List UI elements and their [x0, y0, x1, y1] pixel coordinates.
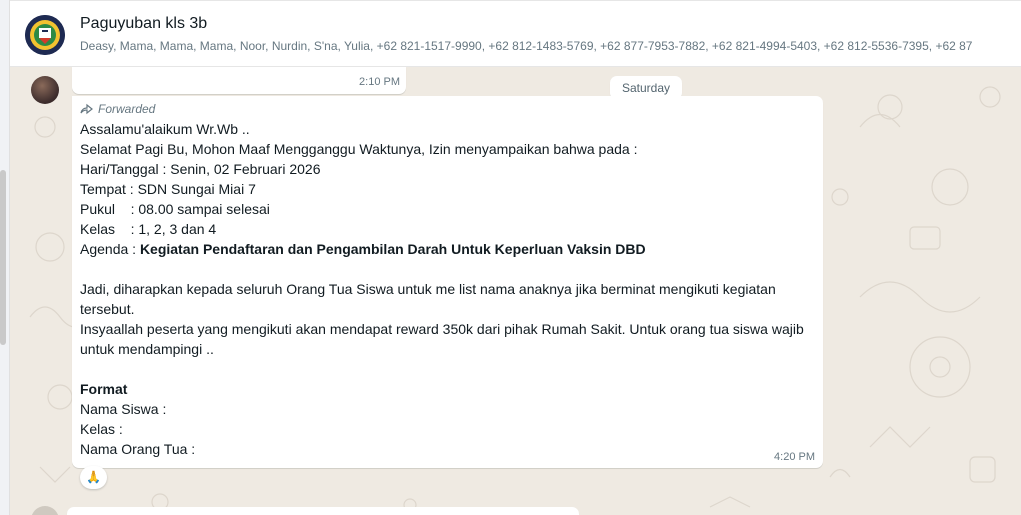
previous-message-bubble[interactable]: 2:10 PM	[72, 67, 406, 94]
sender-avatar[interactable]	[31, 76, 59, 104]
agenda-value: Kegiatan Pendaftaran dan Pengambilan Dar…	[139, 241, 646, 257]
group-avatar[interactable]	[25, 15, 65, 55]
message-time: 4:20 PM	[774, 451, 815, 463]
message-text: Assalamu'alaikum Wr.Wb .. Selamat Pagi B…	[80, 119, 805, 459]
message-line: Assalamu'alaikum Wr.Wb ..	[80, 121, 250, 137]
forwarded-label: Forwarded	[98, 102, 156, 116]
format-title: Format	[80, 381, 128, 397]
group-members-list: Deasy, Mama, Mama, Mama, Noor, Nurdin, S…	[80, 39, 973, 53]
format-field: Kelas :	[80, 421, 123, 437]
message-line: Hari/Tanggal : Senin, 02 Februari 2026	[80, 161, 321, 177]
school-logo-icon	[25, 15, 65, 55]
next-message-bubble[interactable]	[67, 507, 579, 515]
chat-header[interactable]: Paguyuban kls 3b Deasy, Mama, Mama, Mama…	[10, 0, 1021, 67]
paragraph-1: Jadi, diharapkan kepada seluruh Orang Tu…	[80, 281, 780, 317]
left-scrollbar[interactable]	[0, 170, 6, 345]
forwarded-indicator: Forwarded	[80, 102, 155, 116]
message-bubble[interactable]: Forwarded Assalamu'alaikum Wr.Wb .. Sela…	[72, 96, 823, 468]
paragraph-2: Insyaallah peserta yang mengikuti akan m…	[80, 321, 808, 357]
message-line: Kelas : 1, 2, 3 dan 4	[80, 221, 217, 237]
group-title: Paguyuban kls 3b	[80, 15, 208, 32]
folded-hands-reaction-icon: 🙏	[86, 470, 101, 484]
message-line: Tempat : SDN Sungai Miai 7	[80, 181, 256, 197]
message-line: Selamat Pagi Bu, Mohon Maaf Mengganggu W…	[80, 141, 638, 157]
format-field: Nama Siswa :	[80, 401, 167, 417]
reaction-badge[interactable]: 🙏	[80, 466, 107, 489]
message-line: Pukul : 08.00 sampai selesai	[80, 201, 270, 217]
chat-pane[interactable]: 2:10 PM Saturday Forwarded Assalamu'alai…	[10, 67, 1021, 515]
previous-message-time: 2:10 PM	[359, 76, 400, 88]
forward-icon	[80, 103, 93, 115]
format-field: Nama Orang Tua :	[80, 441, 196, 457]
agenda-label: Agenda :	[80, 241, 140, 257]
